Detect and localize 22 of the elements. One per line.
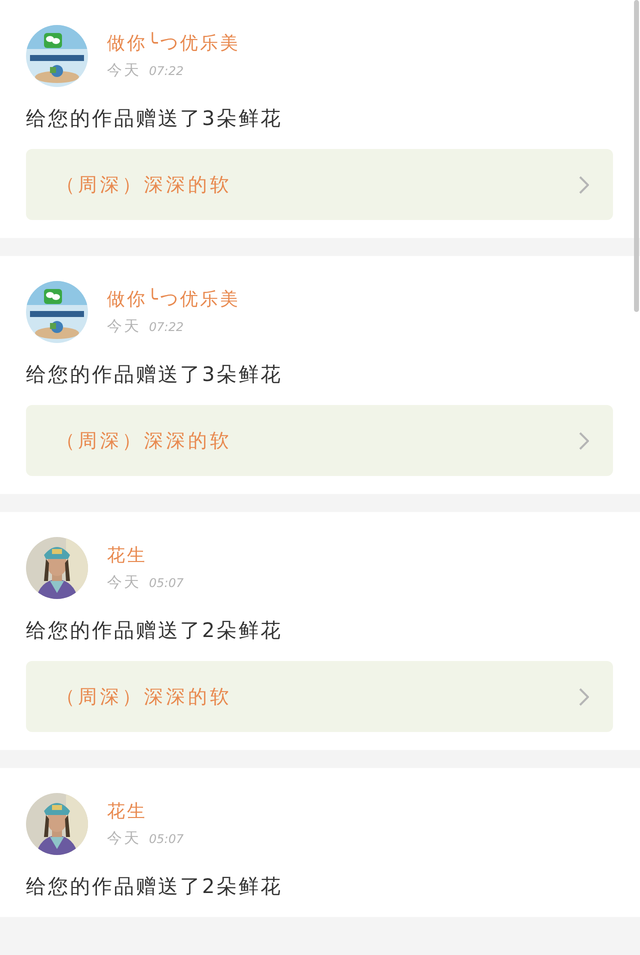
- date-label: 今天: [107, 317, 141, 336]
- gift-message: 给您的作品赠送了2朵鲜花: [26, 617, 284, 643]
- work-link[interactable]: （周深）深深的软: [26, 149, 613, 220]
- chevron-right-icon: [579, 688, 589, 706]
- gift-message: 给您的作品赠送了2朵鲜花: [26, 873, 284, 899]
- date-label: 今天: [107, 573, 141, 592]
- time-label: 07:22: [149, 64, 184, 78]
- work-link[interactable]: （周深）深深的软: [26, 661, 613, 732]
- gift-message: 给您的作品赠送了3朵鲜花: [26, 361, 284, 387]
- work-link[interactable]: （周深）深深的软: [26, 405, 613, 476]
- chevron-right-icon: [579, 176, 589, 194]
- time-label: 05:07: [149, 576, 184, 590]
- time-label: 07:22: [149, 320, 184, 334]
- gift-message: 给您的作品赠送了3朵鲜花: [26, 105, 284, 131]
- date-label: 今天: [107, 61, 141, 80]
- user-name[interactable]: 做你╰つ优乐美: [107, 289, 240, 311]
- time-label: 05:07: [149, 832, 184, 846]
- chevron-right-icon: [579, 432, 589, 450]
- date-label: 今天: [107, 829, 141, 848]
- user-name[interactable]: 花生: [107, 801, 184, 823]
- user-name[interactable]: 做你╰つ优乐美: [107, 33, 240, 55]
- user-name[interactable]: 花生: [107, 545, 184, 567]
